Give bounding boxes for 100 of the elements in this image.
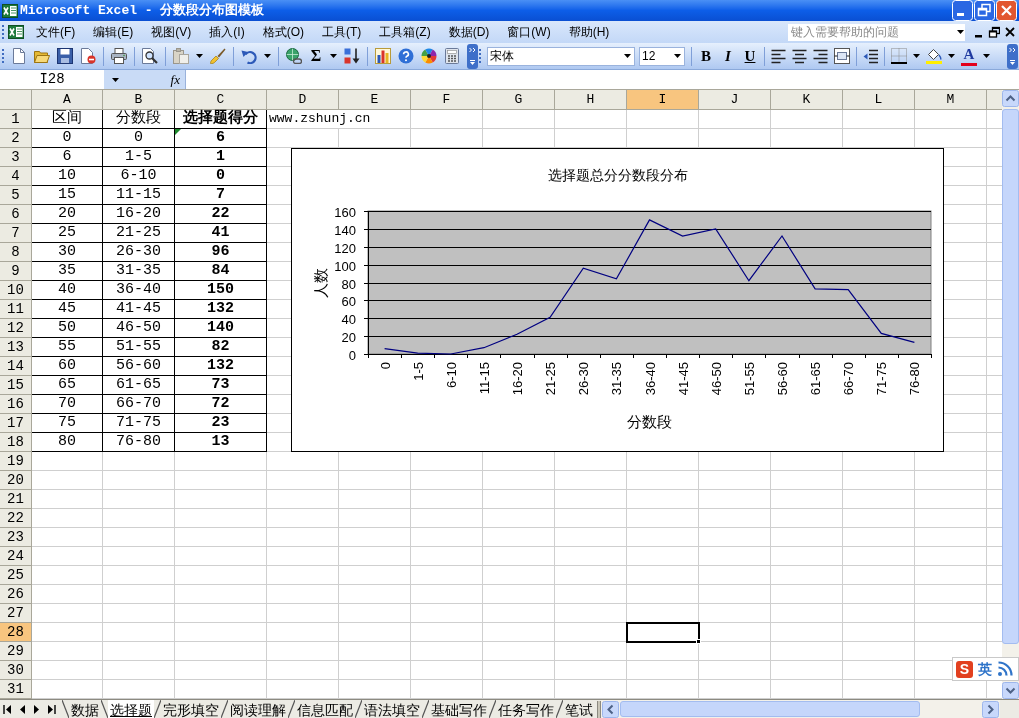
sheet-cell[interactable]: [411, 528, 483, 547]
sheet-cell[interactable]: [915, 547, 987, 566]
sum-button[interactable]: Σ: [309, 47, 323, 65]
column-header[interactable]: I: [627, 90, 699, 110]
row-header[interactable]: 16: [0, 395, 32, 414]
sheet-cell[interactable]: [32, 471, 103, 490]
menu-item[interactable]: 文件(F): [27, 21, 85, 43]
sheet-cell[interactable]: [627, 509, 699, 528]
scroll-right-icon[interactable]: [982, 700, 999, 718]
sheet-cell[interactable]: [175, 623, 267, 642]
sheet-cell[interactable]: [699, 642, 771, 661]
sheet-cell[interactable]: [627, 528, 699, 547]
column-header[interactable]: J: [699, 90, 771, 110]
caret-icon[interactable]: [948, 54, 955, 58]
caret-icon[interactable]: [983, 54, 990, 58]
ime-mode[interactable]: 英: [978, 662, 992, 676]
sheet-cell[interactable]: [699, 547, 771, 566]
column-header[interactable]: D: [267, 90, 339, 110]
caret-icon[interactable]: [913, 54, 920, 58]
sheet-cell[interactable]: [339, 661, 411, 680]
column-header[interactable]: H: [555, 90, 627, 110]
sheet-cell[interactable]: 21-25: [103, 224, 175, 243]
sheet-cell[interactable]: 31-35: [103, 262, 175, 281]
column-header[interactable]: M: [915, 90, 987, 110]
row-header[interactable]: 4: [0, 167, 32, 186]
row-header[interactable]: 8: [0, 243, 32, 262]
sheet-cell[interactable]: [32, 604, 103, 623]
sheet-cell[interactable]: [843, 604, 915, 623]
sheet-cell[interactable]: [771, 528, 843, 547]
sheet-cell[interactable]: 70: [32, 395, 103, 414]
sheet-cell[interactable]: [103, 452, 175, 471]
sheet-cell[interactable]: 20: [32, 205, 103, 224]
sheet-cell[interactable]: [103, 471, 175, 490]
sheet-cell[interactable]: [411, 509, 483, 528]
row-header[interactable]: 9: [0, 262, 32, 281]
sheet-cell[interactable]: [915, 585, 987, 604]
help-icon[interactable]: [398, 48, 414, 64]
sheet-cell[interactable]: [699, 490, 771, 509]
sheet-cell[interactable]: [103, 490, 175, 509]
sheet-cell[interactable]: [175, 528, 267, 547]
sheet-cell[interactable]: [699, 661, 771, 680]
sheet-cell[interactable]: [32, 452, 103, 471]
sheet-tab[interactable]: 笔试: [563, 700, 595, 718]
sheet-cell[interactable]: [699, 509, 771, 528]
sheet-cell[interactable]: [627, 661, 699, 680]
split-handle[interactable]: [597, 700, 601, 718]
sheet-cell[interactable]: [483, 490, 555, 509]
row-header[interactable]: 6: [0, 205, 32, 224]
sheet-cell[interactable]: [32, 547, 103, 566]
sheet-tab[interactable]: 信息匹配: [295, 700, 355, 718]
row-header[interactable]: 31: [0, 680, 32, 699]
sheet-cell[interactable]: [771, 547, 843, 566]
sheet-cell[interactable]: 26-30: [103, 243, 175, 262]
caret-icon[interactable]: [956, 30, 964, 34]
sheet-cell[interactable]: 区间: [32, 110, 103, 129]
sheet-cell[interactable]: [627, 490, 699, 509]
caret-icon[interactable]: [624, 54, 631, 58]
sheet-cell[interactable]: [915, 509, 987, 528]
excel-document-icon[interactable]: [8, 24, 24, 40]
sheet-cell[interactable]: [915, 604, 987, 623]
undo-icon[interactable]: [241, 48, 257, 64]
sheet-cell[interactable]: [339, 547, 411, 566]
print-icon[interactable]: [111, 48, 127, 64]
sheet-cell[interactable]: [267, 642, 339, 661]
sheet-cell[interactable]: 82: [175, 338, 267, 357]
sheet-cell[interactable]: [339, 509, 411, 528]
menu-item[interactable]: 工具箱(Z): [370, 21, 440, 43]
sheet-cell[interactable]: 72: [175, 395, 267, 414]
clipboard-icon[interactable]: [173, 48, 189, 64]
sheet-cell[interactable]: 36-40: [103, 281, 175, 300]
sheet-cell[interactable]: [843, 661, 915, 680]
sheet-cell[interactable]: [411, 471, 483, 490]
sheet-cell[interactable]: [483, 110, 555, 129]
sheet-cell[interactable]: 41-45: [103, 300, 175, 319]
sheet-tab[interactable]: 任务写作: [496, 700, 556, 718]
row-header[interactable]: 10: [0, 281, 32, 300]
sheet-cell[interactable]: [771, 110, 843, 129]
sheet-cell[interactable]: [411, 547, 483, 566]
sheet-cell[interactable]: [627, 110, 699, 129]
sheet-cell[interactable]: 10: [32, 167, 103, 186]
sheet-cell[interactable]: [339, 585, 411, 604]
help-search-field[interactable]: 键入需要帮助的问题: [788, 23, 955, 41]
row-header[interactable]: 30: [0, 661, 32, 680]
sheet-cell[interactable]: [175, 642, 267, 661]
column-header[interactable]: B: [103, 90, 175, 110]
bold-button[interactable]: B: [698, 47, 714, 65]
caret-icon[interactable]: [112, 77, 119, 82]
sheet-cell[interactable]: 80: [32, 433, 103, 452]
sheet-cell[interactable]: 40: [32, 281, 103, 300]
row-header[interactable]: 21: [0, 490, 32, 509]
sheet-cell[interactable]: [555, 566, 627, 585]
sheet-cell[interactable]: 150: [175, 281, 267, 300]
sheet-cell[interactable]: 30: [32, 243, 103, 262]
sheet-cell[interactable]: [32, 585, 103, 604]
scroll-up-icon[interactable]: [1002, 90, 1019, 107]
align-center-icon[interactable]: [792, 48, 807, 64]
row-header[interactable]: 14: [0, 357, 32, 376]
sheet-cell[interactable]: [103, 661, 175, 680]
sheet-cell[interactable]: 6-10: [103, 167, 175, 186]
sheet-cell[interactable]: [103, 547, 175, 566]
